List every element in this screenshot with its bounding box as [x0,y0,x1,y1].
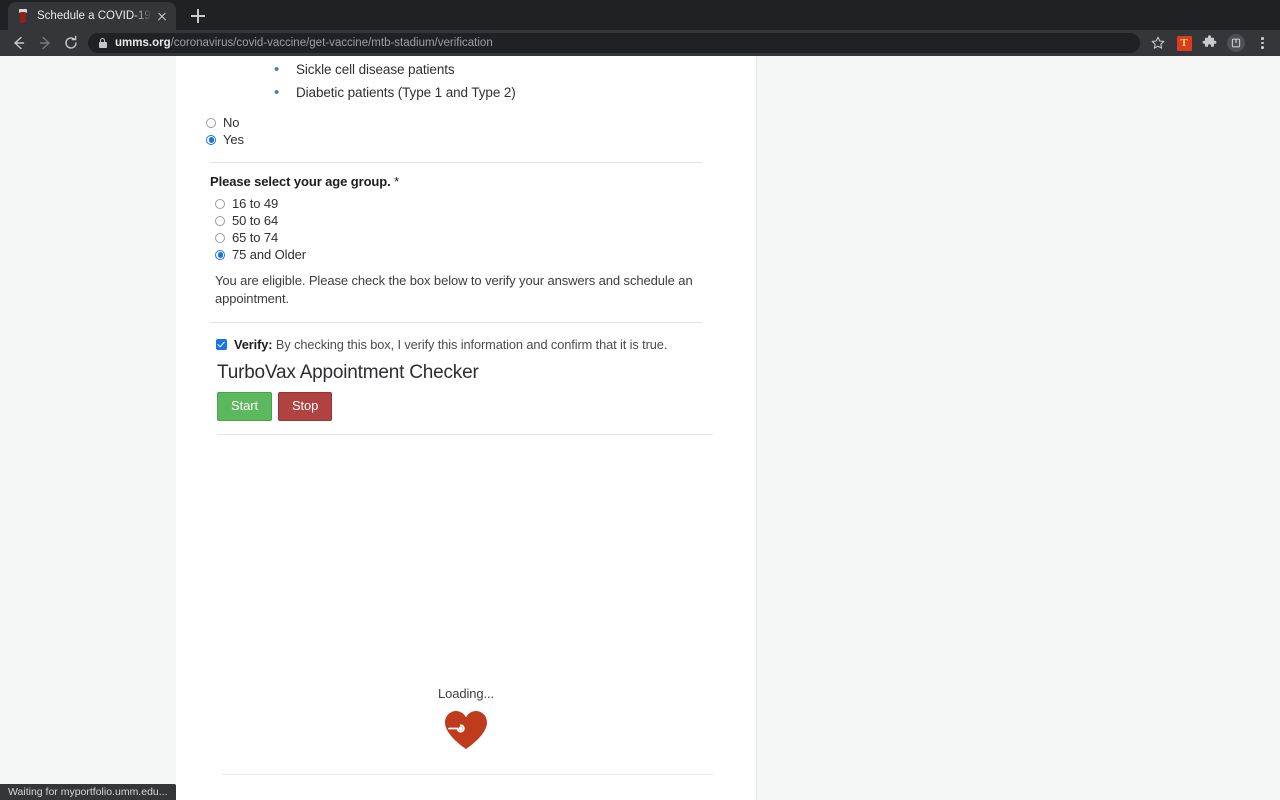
page-viewport: Sickle cell disease patients Diabetic pa… [0,56,1280,800]
age-group-radio-group: 16 to 49 50 to 64 65 to 74 75 and Older [210,195,756,263]
puzzle-piece-icon [1202,35,1217,47]
url-path: /coronavirus/covid-vaccine/get-vaccine/m… [170,37,493,49]
bookmark-button[interactable] [1146,31,1170,55]
eligibility-bullet-list: Sickle cell disease patients Diabetic pa… [176,56,756,104]
verify-label-rest: By checking this box, I verify this info… [272,337,668,352]
verify-checkbox-row[interactable]: Verify: By checking this box, I verify t… [216,337,756,352]
back-arrow-icon [14,36,25,50]
new-tab-button[interactable] [184,2,212,30]
radio-option-75-and-older[interactable]: 75 and Older [210,246,756,263]
divider [210,322,702,323]
divider [210,162,702,163]
heart-pulse-icon [443,709,489,756]
radio-icon[interactable] [215,215,225,226]
loading-indicator: Loading... [176,686,756,756]
age-group-title-text: Please select your age group. [210,174,391,189]
star-icon [1151,36,1165,49]
radio-label: 75 and Older [232,247,306,262]
stop-button[interactable]: Stop [277,392,333,421]
radio-option-16-to-49[interactable]: 16 to 49 [210,195,756,212]
list-item: Diabetic patients (Type 1 and Type 2) [176,81,756,104]
loading-text: Loading... [437,686,495,701]
verify-label: Verify: By checking this box, I verify t… [234,337,667,352]
divider [217,434,713,435]
browser-tab[interactable]: Schedule a COVID-19 Vaccinat [8,2,176,30]
browser-menu-button[interactable] [1250,31,1274,55]
turbovax-heading: TurboVax Appointment Checker [217,362,479,383]
vaccine-verification-form: Sickle cell disease patients Diabetic pa… [176,56,756,435]
secure-lock-icon [98,37,107,49]
radio-label: Yes [223,132,244,147]
radio-label: 16 to 49 [232,196,279,211]
profile-button[interactable] [1224,31,1248,55]
url-host: umms.org [115,37,171,49]
forward-arrow-icon [39,36,50,50]
verify-checkbox[interactable] [216,339,227,350]
profile-avatar-icon [1227,34,1245,52]
tab-strip: Schedule a COVID-19 Vaccinat [0,0,1280,30]
vaccine-vial-icon [17,9,29,23]
address-bar[interactable]: umms.org/coronavirus/covid-vaccine/get-v… [88,33,1140,53]
turbovax-controls: Start Stop [217,392,756,421]
status-bar: Waiting for myportfolio.umm.edu... [0,784,176,800]
radio-icon-selected[interactable] [215,249,225,260]
page-content-column: Sickle cell disease patients Diabetic pa… [176,56,757,800]
radio-option-50-to-64[interactable]: 50 to 64 [210,212,756,229]
verify-label-bold: Verify: [234,337,273,352]
browser-toolbar: umms.org/coronavirus/covid-vaccine/get-v… [0,30,1280,56]
reload-button[interactable] [58,30,84,56]
radio-option-yes[interactable]: Yes [176,131,756,148]
radio-icon[interactable] [215,232,225,243]
radio-label: 50 to 64 [232,213,279,228]
tab-title: Schedule a COVID-19 Vaccinat [37,10,152,22]
radio-option-65-to-74[interactable]: 65 to 74 [210,229,756,246]
close-icon[interactable] [154,8,170,24]
extensions-button[interactable] [1198,31,1222,55]
extension-t-icon: T [1176,35,1192,51]
back-button[interactable] [6,30,32,56]
condition-radio-group: No Yes [176,114,756,148]
browser-window: Schedule a COVID-19 Vaccinat [0,0,1280,800]
radio-option-no[interactable]: No [176,114,756,131]
age-group-section: Please select your age group. * 16 to 49… [210,174,756,307]
radio-label: 65 to 74 [232,230,279,245]
url-text: umms.org/coronavirus/covid-vaccine/get-v… [115,37,493,49]
reload-icon [65,35,77,49]
age-group-title: Please select your age group. * [210,174,756,189]
radio-icon-selected[interactable] [206,134,216,145]
forward-button[interactable] [32,30,58,56]
list-item: Sickle cell disease patients [176,58,756,81]
radio-icon[interactable] [215,198,225,209]
extension-t-button[interactable]: T [1172,31,1196,55]
required-marker: * [394,174,400,189]
radio-icon[interactable] [206,117,216,128]
turbovax-section: TurboVax Appointment Checker Start Stop [217,362,756,421]
start-button[interactable]: Start [217,392,272,421]
radio-label: No [223,115,240,130]
divider [221,774,713,775]
eligibility-note: You are eligible. Please check the box b… [215,273,693,306]
